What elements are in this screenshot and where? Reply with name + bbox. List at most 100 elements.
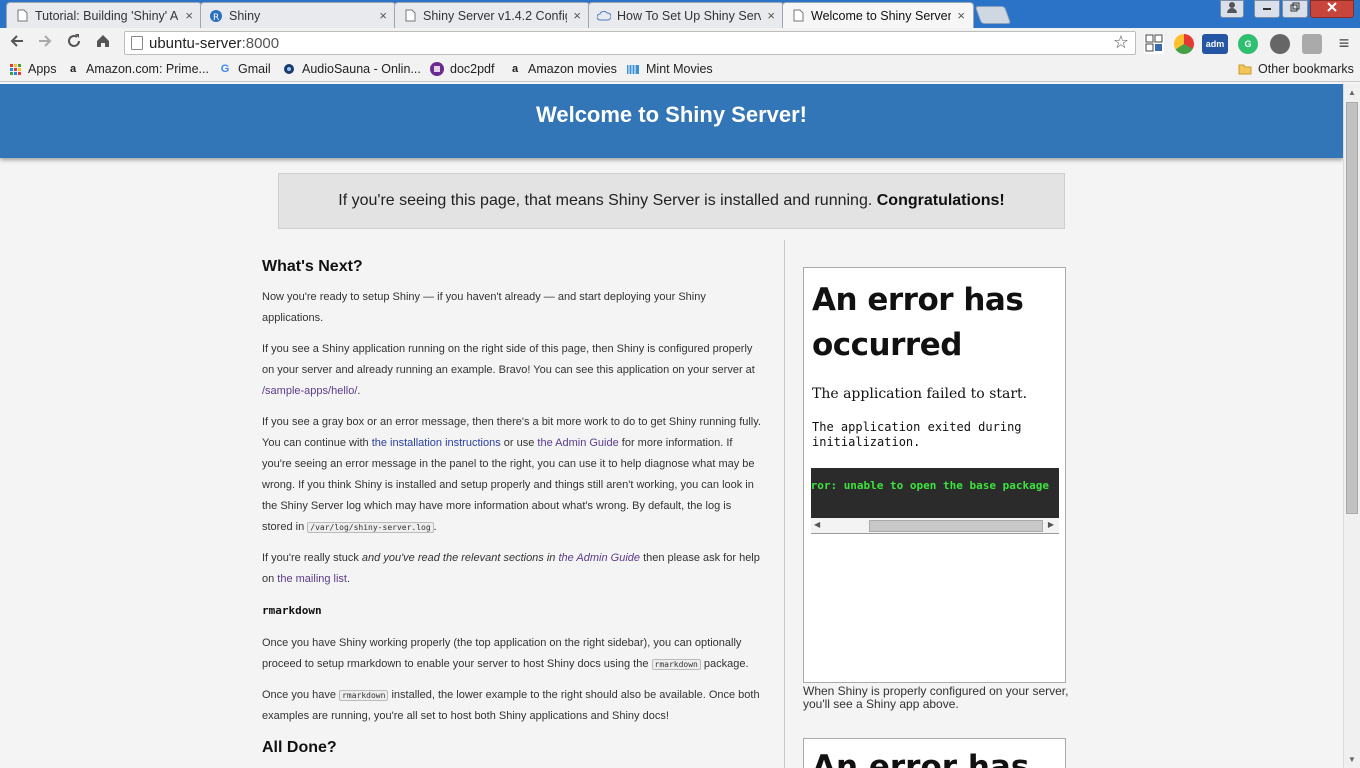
scrollbar-thumb[interactable] [869,520,1043,532]
notice-text: If you're seeing this page, that means S… [338,192,877,209]
paragraph-stuck: If you're really stuck and you've read t… [262,548,762,590]
google-icon: G [220,63,230,75]
bookmark-gmail[interactable]: G Gmail [218,62,271,76]
tab-welcome[interactable]: Welcome to Shiny Server! × [782,2,974,28]
text: for more information. If you're seeing a… [262,437,755,533]
adm-extension-icon[interactable]: adm [1202,34,1228,54]
rmarkdown-heading: rmarkdown [262,604,322,617]
r-logo-icon: R [209,9,223,23]
new-tab-button[interactable] [974,6,1012,24]
amazon-icon: a [69,63,77,75]
audiosauna-icon [282,62,296,76]
menu-icon[interactable]: ≡ [1336,33,1352,54]
rmarkdown-code: rmarkdown [339,690,389,701]
paragraph-ready: Now you're ready to setup Shiny — if you… [262,291,706,324]
home-icon[interactable] [92,32,114,54]
bookmark-amazon-prime[interactable]: a Amazon.com: Prime... [66,62,209,76]
log-path-code: /var/log/shiny-server.log [307,522,434,533]
cloud-icon [597,9,611,23]
bookmark-other[interactable]: Other bookmarks [1238,62,1354,76]
column-divider [784,240,785,768]
extension-circle-icon[interactable] [1270,34,1290,54]
bookmark-label: Apps [28,62,57,76]
page-title: Welcome to Shiny Server! [535,102,807,127]
close-icon[interactable]: × [767,8,775,23]
bookmark-amazon-movies[interactable]: a Amazon movies [508,62,617,76]
shiny-doc-frame: An error has [803,738,1066,768]
apps-grid-icon [8,62,22,76]
reload-icon[interactable] [63,32,85,54]
close-icon[interactable]: × [379,8,387,23]
error-console: rror: unable to open the base package [811,468,1059,518]
bookmark-apps[interactable]: Apps [8,62,57,76]
scrollbar-thumb[interactable] [1346,102,1358,514]
bookmark-audiosauna[interactable]: AudioSauna - Onlin... [282,62,421,76]
tab-shiny-server-config[interactable]: Shiny Server v1.4.2 Config × [394,2,590,28]
scroll-down-icon[interactable]: ▼ [1348,755,1356,764]
admin-guide-link[interactable]: the Admin Guide [537,437,618,449]
mint-icon [626,62,640,76]
sample-apps-link[interactable]: /sample-apps/hello/ [262,385,357,397]
text: . [347,573,351,585]
paragraph-rmarkdown-setup: Once you have Shiny working properly (th… [262,633,762,675]
tab-shiny[interactable]: R Shiny × [200,2,396,28]
chrome-extension-icon[interactable] [1174,34,1194,54]
browser-toolbar: ubuntu-server:8000 ☆ adm G ≡ [0,28,1360,58]
text: . [433,521,437,533]
extension-grid-icon[interactable] [1144,34,1164,54]
paragraph-rmarkdown-installed: Once you have rmarkdown installed, the l… [262,685,762,727]
bookmark-mint-movies[interactable]: Mint Movies [626,62,713,76]
extension-copy-icon[interactable] [1302,34,1322,54]
grammarly-icon[interactable]: G [1238,34,1258,54]
tab-how-to-setup[interactable]: How To Set Up Shiny Serve × [588,2,784,28]
user-icon[interactable] [1220,0,1244,18]
restore-icon[interactable] [1282,0,1308,18]
rmarkdown-code: rmarkdown [651,659,701,670]
window-close-icon[interactable] [1310,0,1354,18]
scroll-right-icon[interactable]: ▶ [1048,520,1054,529]
tab-label: Tutorial: Building 'Shiny' A [35,8,179,23]
error-title: An error has [812,749,1030,768]
text: . [357,385,361,397]
url-host: ubuntu-server [149,35,242,52]
back-icon[interactable] [6,32,28,54]
bookmark-label: AudioSauna - Onlin... [302,62,421,76]
close-icon[interactable]: × [185,8,193,23]
error-detail: The application exited during initializa… [812,420,1022,449]
text: package. [700,658,749,670]
page-icon [791,9,805,23]
url-port: :8000 [241,35,280,52]
close-icon[interactable]: × [573,8,581,23]
text: Once you have [262,689,340,701]
bookmark-doc2pdf[interactable]: doc2pdf [430,62,494,76]
close-icon[interactable]: × [957,8,965,23]
page-icon [131,36,143,50]
folder-icon [1238,62,1252,76]
console-scrollbar[interactable]: ◀ ▶ [811,518,1059,534]
page-viewport: Welcome to Shiny Server! If you're seein… [0,84,1343,768]
bookmark-label: Gmail [238,62,271,76]
scroll-left-icon[interactable]: ◀ [814,520,820,529]
admin-guide-link[interactable]: the Admin Guide [558,552,640,564]
window-controls [1220,0,1354,18]
emphasis-text: and you've read the relevant sections in [361,552,559,564]
minimize-icon[interactable] [1254,0,1280,18]
page-scrollbar[interactable]: ▲ ▼ [1343,84,1360,768]
paragraph-app-running: If you see a Shiny application running o… [262,339,762,402]
bookmark-star-icon[interactable]: ☆ [1113,32,1129,53]
console-output: rror: unable to open the base package [811,479,1049,492]
tab-tutorial[interactable]: Tutorial: Building 'Shiny' A × [6,2,202,28]
installation-instructions-link[interactable]: the installation instructions [372,437,501,449]
bookmark-label: Amazon.com: Prime... [86,62,209,76]
forward-icon[interactable] [34,32,56,54]
paragraph-gray-box: If you see a gray box or an error messag… [262,412,762,538]
tab-label: How To Set Up Shiny Serve [617,8,762,23]
mailing-list-link[interactable]: the mailing list [277,573,347,585]
page-banner: Welcome to Shiny Server! [0,84,1343,158]
scroll-up-icon[interactable]: ▲ [1348,88,1356,97]
page-icon [403,9,417,23]
tab-strip: Tutorial: Building 'Shiny' A × R Shiny ×… [0,0,1360,28]
tab-label: Shiny Server v1.4.2 Config [423,8,568,23]
address-bar[interactable]: ubuntu-server:8000 ☆ [124,31,1136,55]
url-text: ubuntu-server:8000 [149,35,279,52]
